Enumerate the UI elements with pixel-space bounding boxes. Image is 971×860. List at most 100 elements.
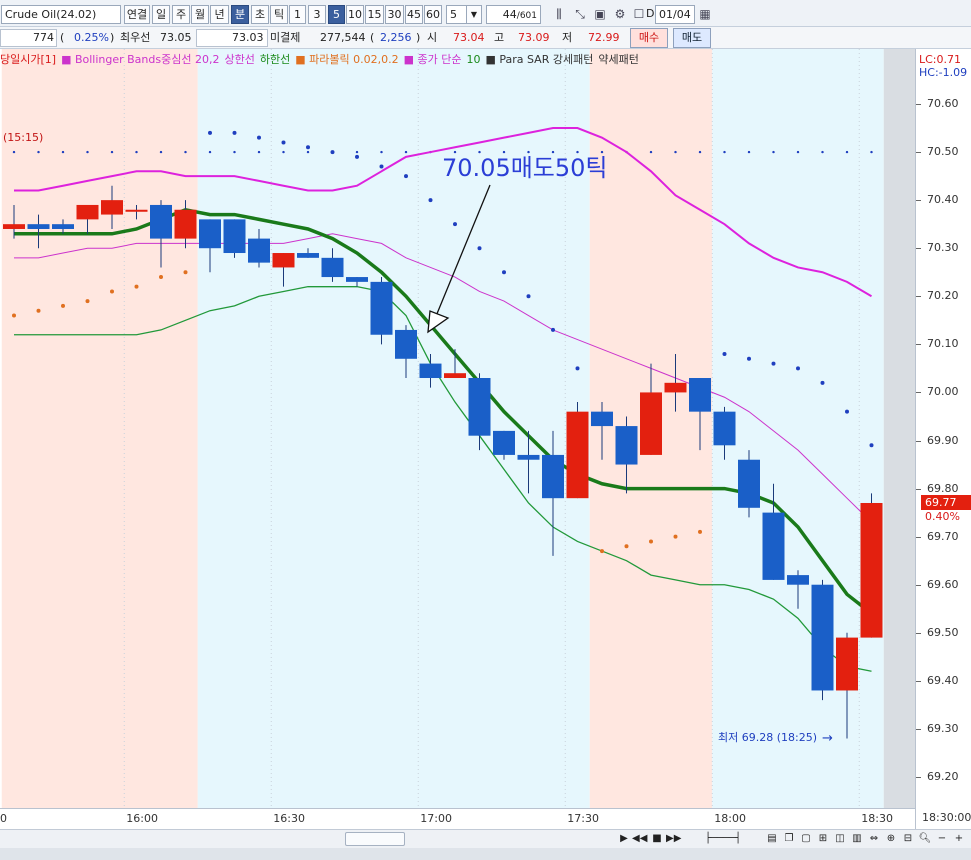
day-open-dot xyxy=(723,150,726,154)
candle-body-6[interactable] xyxy=(150,204,172,239)
stop-icon[interactable]: ■ xyxy=(650,832,664,846)
legend-item-6[interactable]: 10 xyxy=(466,53,480,66)
speed-slider-icon[interactable]: ├────┤ xyxy=(688,832,758,846)
interval-button-9[interactable]: 3 xyxy=(308,5,326,24)
legend-item-5[interactable]: ■ 종가 단순 xyxy=(404,53,462,66)
panel-icon[interactable]: ▥ xyxy=(850,832,864,846)
candle-body-4[interactable] xyxy=(101,200,123,215)
candle-body-1[interactable] xyxy=(27,224,50,229)
fast-forward-icon[interactable]: ▶▶ xyxy=(666,832,681,846)
arrows-icon[interactable]: ⇔ xyxy=(867,832,881,846)
symbol-selector[interactable]: Crude Oil(24.02) xyxy=(1,5,121,24)
legend-item-7[interactable]: ■ Para SAR 강세패턴 xyxy=(485,53,593,66)
best-ask-label: 최우선 xyxy=(120,31,151,44)
interval-button-7[interactable]: 틱 xyxy=(270,5,288,24)
gear-icon[interactable]: ⚙ xyxy=(611,5,629,24)
save-icon[interactable]: ▣ xyxy=(591,5,609,24)
candle-body-3[interactable] xyxy=(76,204,99,220)
candle-body-0[interactable] xyxy=(3,224,25,229)
toolbar: Crude Oil(24.02) 연결 일 주 월 년 분 초 틱 1 3 5 10 15 30 45 60 … xyxy=(0,0,971,27)
candle-body-2[interactable] xyxy=(52,224,74,229)
legend-item-3[interactable]: 하한선 xyxy=(260,53,290,66)
window-icon[interactable]: ▢ xyxy=(799,832,813,846)
candle-body-14[interactable] xyxy=(346,277,368,282)
legend-item-8[interactable]: 약세패턴 xyxy=(598,53,638,66)
chart-scrollbar[interactable]: ▶ ◀◀ ■ ▶▶ ├────┤ ▤ ❐ ▢ ⊞ ◫ ▥ ⇔ ⊕ ⊟ 🔍︎ − … xyxy=(0,829,971,848)
sar-dot-4 xyxy=(110,289,114,294)
candle-body-28[interactable] xyxy=(689,378,711,412)
candle-body-12[interactable] xyxy=(297,253,319,258)
interval-button-4[interactable]: 년 xyxy=(210,5,229,24)
dropdown-arrow-icon[interactable]: ▼ xyxy=(466,5,482,24)
legend-item-0[interactable]: 당일시가[1] xyxy=(0,53,56,66)
interval-button-0[interactable]: 연결 xyxy=(124,5,150,24)
price-chart[interactable]: (15:15) 70.05매도50틱 최저 69.28 (18:25) → xyxy=(0,49,915,808)
candle-body-5[interactable] xyxy=(125,209,148,212)
interval-button-11[interactable]: 10 xyxy=(346,5,364,24)
candle-body-17[interactable] xyxy=(419,363,442,379)
interval-button-13[interactable]: 30 xyxy=(385,5,404,24)
oi-close-paren: ) xyxy=(416,31,421,44)
candle-body-34[interactable] xyxy=(836,637,858,691)
candle-body-23[interactable] xyxy=(566,411,589,499)
layout-icon[interactable]: ▤ xyxy=(765,832,779,846)
candle-body-32[interactable] xyxy=(787,575,809,585)
candle-body-25[interactable] xyxy=(615,426,638,465)
interval-button-2[interactable]: 주 xyxy=(172,5,190,24)
legend-item-4[interactable]: ■ 파라볼릭 0.02,0.2 xyxy=(295,53,398,66)
candle-body-20[interactable] xyxy=(493,430,515,455)
candle-body-9[interactable] xyxy=(223,219,246,254)
interval-button-14[interactable]: 45 xyxy=(405,5,423,24)
candle-body-8[interactable] xyxy=(199,219,221,249)
calendar-icon[interactable]: ▦ xyxy=(696,5,714,24)
candle-body-15[interactable] xyxy=(370,281,393,335)
candle-body-30[interactable] xyxy=(738,459,760,508)
copy-icon[interactable]: ❐ xyxy=(782,832,796,846)
candle-body-7[interactable] xyxy=(174,209,197,239)
crosshair-icon[interactable]: ⊕ xyxy=(884,832,898,846)
interval-button-3[interactable]: 월 xyxy=(191,5,209,24)
interval-button-8[interactable]: 1 xyxy=(289,5,306,24)
price-tick-mark-0 xyxy=(916,104,921,105)
candle-body-18[interactable] xyxy=(444,373,466,379)
sell-button[interactable]: 매도 xyxy=(673,28,711,48)
zoom-out-icon[interactable]: − xyxy=(935,832,949,846)
candle-body-10[interactable] xyxy=(248,238,270,263)
candle-body-24[interactable] xyxy=(591,411,613,427)
grid-icon[interactable]: ⊞ xyxy=(816,832,830,846)
interval-button-12[interactable]: 15 xyxy=(365,5,384,24)
candle-body-31[interactable] xyxy=(762,512,785,580)
candle-settings-icon[interactable]: ⫼ xyxy=(550,5,568,24)
play-icon[interactable]: ▶ xyxy=(617,832,631,846)
candle-body-16[interactable] xyxy=(395,329,417,359)
legend-item-1[interactable]: ■ Bollinger Bands중심선 20,2 xyxy=(61,53,219,66)
interval-button-6[interactable]: 초 xyxy=(251,5,269,24)
candle-body-11[interactable] xyxy=(272,253,295,268)
buy-button[interactable]: 매수 xyxy=(630,28,668,48)
candle-body-19[interactable] xyxy=(468,378,491,436)
split-icon[interactable]: ◫ xyxy=(833,832,847,846)
legend-item-2[interactable]: 상한선 xyxy=(224,53,254,66)
candle-body-26[interactable] xyxy=(640,392,662,455)
interval-button-5[interactable]: 분 xyxy=(231,5,249,24)
candle-body-13[interactable] xyxy=(321,257,344,278)
shrink-icon[interactable]: ⊟ xyxy=(901,832,915,846)
candle-body-27[interactable] xyxy=(664,382,687,393)
candle-body-22[interactable] xyxy=(542,454,564,499)
price-tick-8: 69.80 xyxy=(927,481,959,495)
scroll-thumb[interactable] xyxy=(345,832,405,846)
count-field[interactable]: 44/601 xyxy=(486,5,541,24)
candle-body-29[interactable] xyxy=(713,411,736,446)
candle-body-33[interactable] xyxy=(811,584,834,691)
cursor-icon[interactable]: ⤡ xyxy=(571,5,589,24)
day-open-dot xyxy=(208,150,212,154)
interval-button-15[interactable]: 60 xyxy=(424,5,442,24)
candle-body-21[interactable] xyxy=(517,454,540,460)
zoom-in-icon[interactable]: + xyxy=(952,832,966,846)
interval-button-1[interactable]: 일 xyxy=(152,5,170,24)
zoom-icon[interactable]: 🔍︎ xyxy=(918,832,932,846)
rewind-icon[interactable]: ◀◀ xyxy=(632,832,647,846)
candle-body-35[interactable] xyxy=(860,502,883,638)
interval-button-10[interactable]: 5 xyxy=(328,5,345,24)
date-field[interactable]: 01/04 xyxy=(655,5,695,24)
